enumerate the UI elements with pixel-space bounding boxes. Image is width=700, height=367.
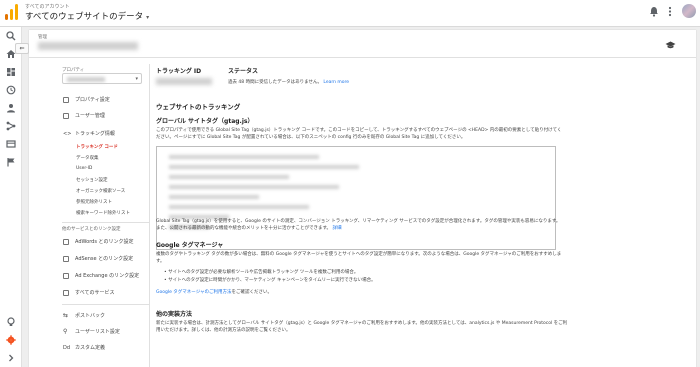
sidebar-item-postbacks[interactable]: ⇆ ポストバック [62, 310, 150, 322]
sidebar-sub-referral-exclusion[interactable]: 参照元除外リスト [76, 199, 112, 205]
acquisition-icon[interactable] [5, 121, 17, 133]
gtm-desc-line-1: 複数のタグやトラッキング タグの数が多い場合は、無料の Google タグマネー… [156, 252, 562, 257]
account-name-redacted [38, 42, 138, 50]
settings-sidebar: プロパティ ▾ プロパティ設定 ユーザー管理 <> トラッキング情報 トラッキン… [62, 64, 150, 367]
person-icon[interactable] [5, 103, 17, 115]
property-select[interactable]: ▾ [62, 73, 142, 84]
sidebar-item-custom-definitions[interactable]: Dd カスタム定義 [62, 342, 150, 354]
bell-icon[interactable] [648, 6, 660, 18]
admin-label: 管理 [38, 35, 47, 40]
clock-icon[interactable] [5, 85, 17, 97]
left-rail [0, 27, 22, 367]
top-header: すべてのアカウント すべてのウェブサイトのデータ ▾ [0, 0, 700, 27]
status-text: 過去 48 時間に受信したデータはありません。 Learn more [228, 79, 349, 85]
chevron-down-icon: ▾ [146, 14, 150, 21]
adsense-icon [63, 256, 69, 262]
analytics-logo[interactable] [5, 4, 19, 20]
property-icon [63, 97, 69, 103]
panel-header: 管理 [29, 30, 696, 58]
postback-icon: ⇆ [63, 312, 69, 319]
all-products-icon [63, 290, 69, 296]
back-button[interactable]: ⇐ [15, 43, 29, 54]
gtag-benefits-line-1: Global Site Tag（gtag.js）を使用すると、Google のサ… [156, 219, 561, 224]
gtm-desc-line-2: す。 [156, 259, 165, 264]
gtag-benefits: Global Site Tag（gtag.js）を使用すると、Google のサ… [156, 218, 586, 232]
gtm-heading: Google タグマネージャ [156, 242, 224, 249]
search-icon[interactable] [5, 31, 17, 43]
other-methods-heading: 他の実装方法 [156, 311, 193, 318]
other-desc-line-1: 新たに実装する場合は、計測方法としてグローバル サイトタグ（gtag.js）と … [156, 321, 568, 326]
gtag-desc-line-1: このプロパティで使用できる Global Site Tag（gtag.js）トラ… [156, 128, 562, 133]
status-heading: ステータス [228, 68, 259, 75]
graduation-cap-icon[interactable] [665, 41, 676, 51]
learn-more-link[interactable]: Learn more [323, 80, 349, 85]
tracking-code-content: トラッキング ID ステータス 過去 48 時間に受信したデータはありません。 … [156, 66, 586, 366]
sidebar-sub-data-collection[interactable]: データ収集 [76, 155, 99, 161]
sidebar-sub-tracking-code[interactable]: トラッキング コード [76, 144, 118, 150]
other-desc-line-2: 用いただけます。詳しくは、他の計測方法の説明をご覧ください。 [156, 328, 291, 333]
sidebar-item-property-settings[interactable]: プロパティ設定 [62, 94, 150, 106]
gtag-heading: グローバル サイトタグ（gtag.js） [156, 118, 254, 125]
sidebar-item-tracking-info[interactable]: <> トラッキング情報 [62, 128, 150, 140]
adwords-icon [63, 239, 69, 245]
sidebar-sub-organic-search[interactable]: オーガニック検索ソース [76, 188, 125, 194]
sidebar-item-ad-exchange[interactable]: Ad Exchange のリンク設定 [62, 270, 150, 282]
sidebar-divider [62, 222, 150, 223]
gtag-benefits-line-2: また、公開される最新の動的な機能や統合のメリットを十分に活かすことができます。 … [156, 226, 342, 231]
gtm-bullet: • サイトへのタグ設定に時間がかかり、マーケティング キャンペーンをタイムリーに… [164, 278, 376, 283]
audience-icon: ⚲ [63, 328, 68, 335]
flag-icon[interactable] [5, 157, 17, 169]
chevron-down-icon: ▾ [135, 76, 138, 82]
account-label: すべてのアカウント [25, 4, 70, 10]
tracking-id-redacted [156, 78, 212, 85]
view-name: すべてのウェブサイトのデータ [25, 12, 144, 22]
website-tracking-heading: ウェブサイトのトラッキング [156, 103, 241, 111]
sidebar-divider [62, 304, 150, 305]
lightbulb-icon[interactable] [5, 317, 17, 329]
other-methods-description: 新たに実装する場合は、計測方法としてグローバル サイトタグ（gtag.js）と … [156, 320, 586, 334]
sidebar-item-user-management[interactable]: ユーザー管理 [62, 110, 150, 122]
users-icon [63, 113, 69, 119]
more-vert-icon[interactable] [664, 6, 676, 18]
status-message: 過去 48 時間に受信したデータはありません。 [228, 80, 322, 85]
sidebar-item-all-products[interactable]: すべてのサービス [62, 287, 150, 299]
tracking-id-heading: トラッキング ID [156, 68, 202, 75]
behavior-icon[interactable] [5, 139, 17, 151]
gtm-usage: Google タグマネージャのご利用方法をご確認ください。 [156, 290, 272, 295]
back-arrow-icon: ⇐ [19, 45, 25, 52]
avatar[interactable] [682, 4, 696, 18]
expand-icon[interactable] [5, 353, 17, 365]
gtag-description: このプロパティで使用できる Global Site Tag（gtag.js）トラ… [156, 127, 586, 141]
gtm-bullet: • サイトへのタグ設定が必要な解析ツールや広告掲載トラッキング ツールを複数ご利… [164, 270, 359, 275]
tracking-code-box[interactable] [156, 146, 556, 250]
product-linking-heading: 他のサービスとのリンク設定 [62, 227, 121, 232]
sidebar-sub-user-id[interactable]: User-ID [76, 166, 92, 171]
gtag-desc-line-2: ださい。ページにすでに Global Site Tag が配置されている場合は、… [156, 135, 466, 140]
sidebar-item-adsense[interactable]: AdSense とのリンク設定 [62, 253, 150, 265]
view-selector[interactable]: すべてのウェブサイトのデータ ▾ [25, 10, 149, 22]
sidebar-item-adwords[interactable]: AdWords とのリンク設定 [62, 236, 150, 248]
code-icon: <> [63, 131, 72, 137]
sidebar-item-audience-definitions[interactable]: ⚲ ユーザーリスト設定 [62, 326, 150, 338]
gtag-details-link[interactable]: 詳細 [332, 226, 341, 231]
gear-icon[interactable] [5, 335, 17, 347]
ad-exchange-icon [63, 273, 69, 279]
dashboard-icon[interactable] [5, 67, 17, 79]
custom-definitions-icon: Dd [63, 345, 71, 351]
gtm-usage-link[interactable]: Google タグマネージャのご利用方法 [156, 290, 231, 295]
sidebar-sub-search-term-exclusion[interactable]: 検索キーワード除外リスト [76, 210, 130, 216]
gtm-description: 複数のタグやトラッキング タグの数が多い場合は、無料の Google タグマネー… [156, 251, 586, 265]
sidebar-sub-session-settings[interactable]: セッション設定 [76, 177, 108, 183]
property-name-redacted [67, 77, 105, 82]
